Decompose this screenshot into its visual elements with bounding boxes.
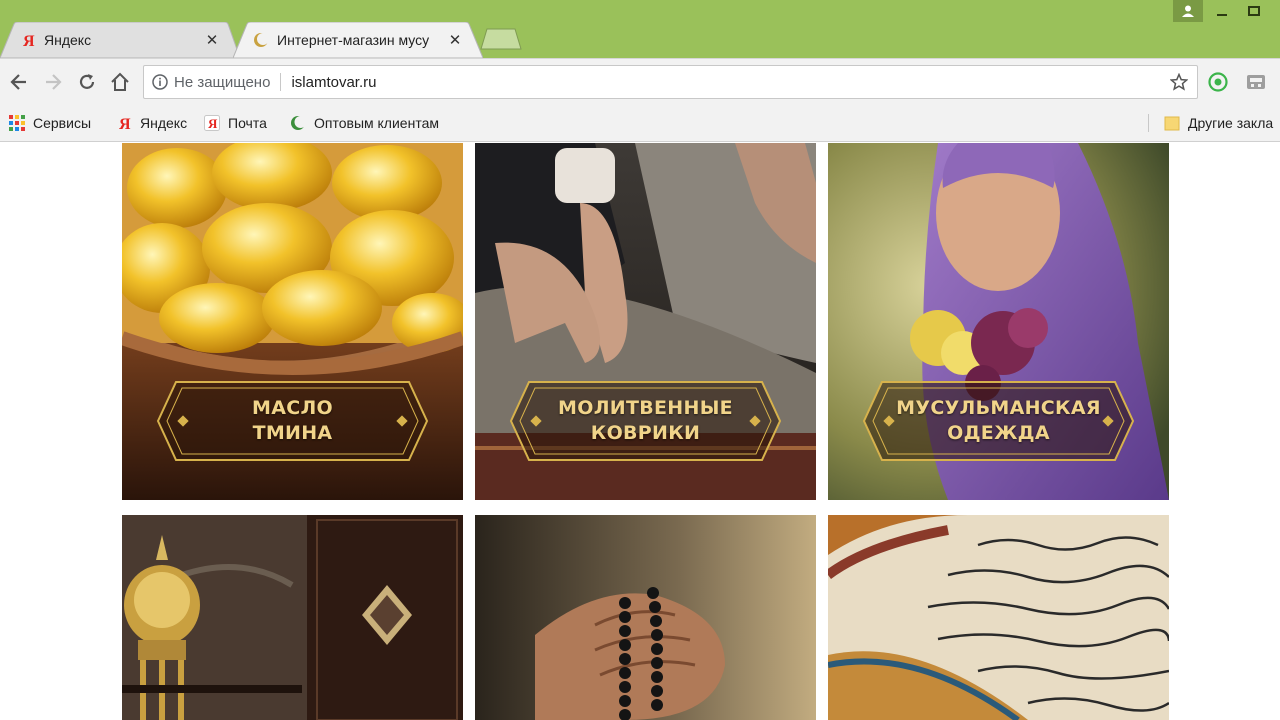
category-title-line2: ОДЕЖДА: [947, 422, 1050, 444]
bookmark-label: Другие закла: [1188, 115, 1274, 131]
home-button[interactable]: [107, 69, 133, 95]
crescent-icon: [253, 32, 269, 48]
bookmarks-bar: Сервисы Я Яндекс Я Почта Оптовым клиента…: [0, 104, 1280, 142]
svg-text:Я: Я: [208, 116, 218, 131]
tab-title: Яндекс: [44, 32, 92, 48]
new-tab-button[interactable]: [480, 28, 522, 50]
reload-icon: [79, 74, 95, 89]
home-icon: [111, 72, 129, 91]
bookmark-label: Сервисы: [33, 115, 92, 131]
crescent-icon: [290, 115, 306, 131]
tab-yandex[interactable]: Я Яндекс ✕: [0, 22, 240, 58]
yandex-icon: Я: [20, 32, 36, 48]
reload-button[interactable]: [74, 69, 100, 95]
svg-text:Я: Я: [23, 33, 35, 48]
category-title-line1: МОЛИТВЕННЫЕ: [558, 397, 733, 419]
quran-page-image: [828, 515, 1169, 720]
category-title: МОЛИТВЕННЫЕ КОВРИКИ: [509, 380, 782, 462]
folder-icon: [1164, 115, 1180, 131]
bookmark-label: Яндекс: [140, 115, 188, 131]
category-tile-prayer-beads[interactable]: [475, 515, 816, 720]
security-label[interactable]: Не защищено: [174, 74, 270, 91]
category-tile-incense[interactable]: [122, 515, 463, 720]
yandex-icon: Я: [116, 115, 132, 131]
forward-arrow-icon: [46, 74, 62, 90]
category-title-line1: МАСЛО: [252, 397, 333, 419]
close-icon[interactable]: ✕: [447, 32, 463, 49]
category-title: МАСЛО ТМИНА: [156, 380, 429, 462]
category-tile-clothing[interactable]: МУСУЛЬМАНСКАЯ ОДЕЖДА: [828, 143, 1169, 500]
bookmark-yandex[interactable]: Я Яндекс: [116, 104, 187, 142]
divider: [280, 73, 282, 91]
browser-toolbar: Не защищено islamtovar.ru: [0, 58, 1280, 104]
maximize-button[interactable]: [1240, 0, 1268, 22]
minimize-button[interactable]: [1208, 0, 1236, 22]
address-bar[interactable]: Не защищено islamtovar.ru: [143, 65, 1198, 99]
apps-grid-icon: [9, 115, 25, 131]
back-arrow-icon: [10, 74, 26, 90]
tab-islamtovar[interactable]: Интернет-магазин мусу ✕: [233, 22, 483, 58]
info-icon[interactable]: [152, 74, 168, 90]
incense-quran-image: [122, 515, 463, 720]
page-content: МАСЛО ТМИНА МОЛИТВЕННЫЕ КОВРИКИ МУСУЛЬМА…: [0, 143, 1280, 720]
category-tile-prayer-rugs[interactable]: МОЛИТВЕННЫЕ КОВРИКИ: [475, 143, 816, 500]
url-text[interactable]: islamtovar.ru: [291, 74, 1169, 91]
bookmark-wholesale[interactable]: Оптовым клиентам: [290, 104, 439, 142]
divider: [1148, 114, 1149, 132]
back-button[interactable]: [6, 69, 32, 95]
svg-text:Я: Я: [119, 116, 131, 131]
bookmark-other-folder[interactable]: Другие закла: [1164, 104, 1273, 142]
category-title-line2: КОВРИКИ: [590, 422, 701, 444]
bookmark-mail[interactable]: Я Почта: [204, 104, 267, 142]
minimize-icon: [1217, 14, 1227, 16]
category-tile-cumin-oil[interactable]: МАСЛО ТМИНА: [122, 143, 463, 500]
maximize-icon: [1248, 6, 1260, 16]
bookmark-label: Почта: [228, 115, 267, 131]
bookmark-star-icon[interactable]: [1169, 72, 1189, 92]
browser-titlebar: Я Яндекс ✕ Интернет-магазин мусу ✕: [0, 0, 1280, 58]
close-icon[interactable]: ✕: [204, 32, 220, 49]
forward-button[interactable]: [40, 69, 66, 95]
prayer-beads-image: [475, 515, 816, 720]
extension-icon[interactable]: [1207, 71, 1229, 93]
category-title-line2: ТМИНА: [252, 422, 333, 444]
yandex-mail-icon: Я: [204, 115, 220, 131]
category-title-line1: МУСУЛЬМАНСКАЯ: [896, 397, 1101, 419]
profile-button[interactable]: [1173, 0, 1203, 22]
category-title: МУСУЛЬМАНСКАЯ ОДЕЖДА: [862, 380, 1135, 462]
cast-extension-icon[interactable]: [1245, 71, 1267, 93]
bookmark-services[interactable]: Сервисы: [9, 104, 91, 142]
category-tile-quran[interactable]: [828, 515, 1169, 720]
user-icon: [1182, 5, 1194, 17]
tab-title: Интернет-магазин мусу: [277, 32, 430, 48]
bookmark-label: Оптовым клиентам: [314, 115, 439, 131]
